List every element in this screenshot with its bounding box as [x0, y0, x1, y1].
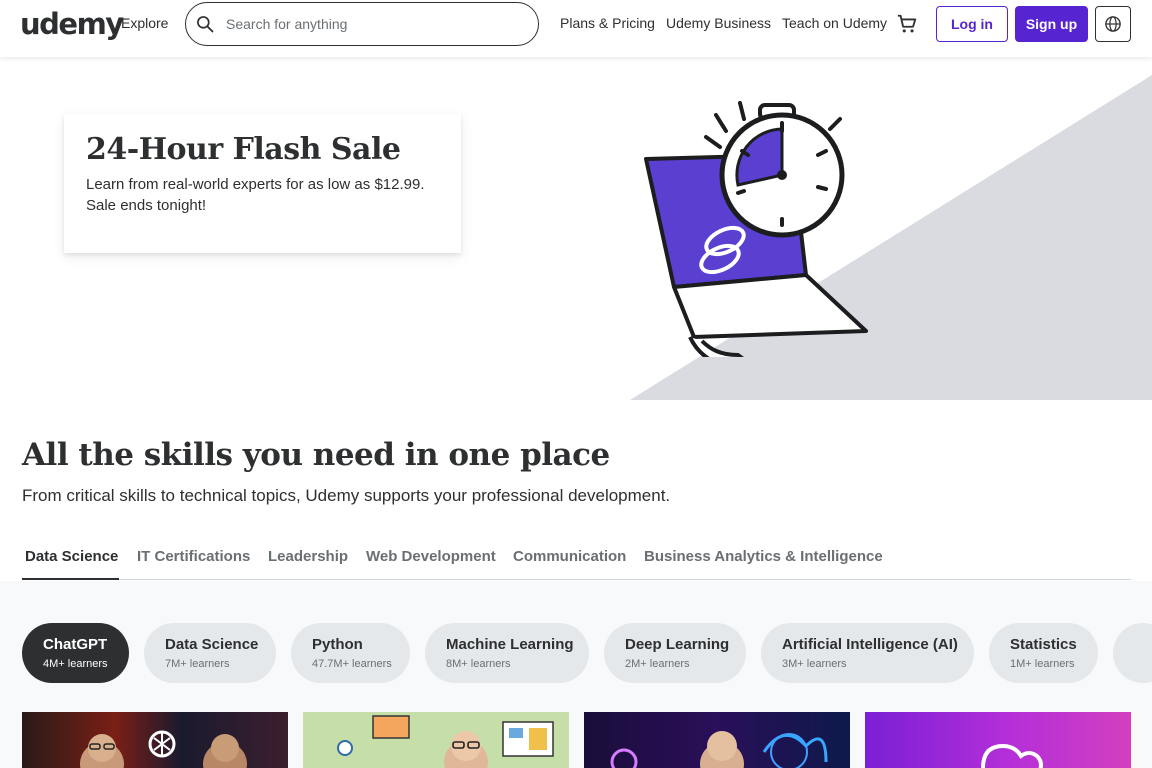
course-thumbnail-chatgpt-logo — [981, 743, 1043, 768]
topic-learners: 7M+ learners — [165, 658, 230, 670]
udemy-logo[interactable]: udemy — [20, 6, 124, 42]
tab-data-science[interactable]: Data Science — [25, 548, 118, 565]
top-header: udemy Explore Plans & Pricing Udemy Busi… — [0, 0, 1152, 57]
language-button[interactable] — [1095, 6, 1131, 42]
tab-communication[interactable]: Communication — [513, 548, 626, 565]
signup-button[interactable]: Sign up — [1015, 6, 1088, 42]
globe-icon — [1105, 16, 1121, 32]
teach-on-udemy-link[interactable]: Teach on Udemy — [782, 15, 887, 31]
skills-subtitle: From critical skills to technical topics… — [22, 486, 671, 505]
topic-name: Deep Learning — [625, 636, 730, 653]
topic-name: ChatGPT — [43, 636, 108, 653]
tab-leadership[interactable]: Leadership — [268, 548, 348, 565]
topic-learners: 3M+ learners — [782, 658, 847, 670]
topic-learners: 2M+ learners — [625, 658, 690, 670]
udemy-business-link[interactable]: Udemy Business — [666, 15, 771, 31]
search-icon[interactable] — [195, 14, 215, 34]
topic-name: Artificial Intelligence (AI) — [782, 636, 958, 653]
skills-tabs: Data Science IT Certifications Leadershi… — [22, 540, 1131, 580]
course-thumbnail-ai — [610, 731, 828, 768]
hero-card: 24-Hour Flash Sale Learn from real-world… — [64, 114, 461, 253]
skills-title: All the skills you need in one place — [22, 437, 610, 473]
topic-pill-deep-learning[interactable]: Deep Learning 2M+ learners — [604, 623, 746, 683]
hero-text-line1: Learn from real-world experts for as low… — [86, 176, 425, 193]
topic-learners: 8M+ learners — [446, 658, 511, 670]
course-thumbnail-data-science — [337, 715, 554, 768]
tab-business-analytics[interactable]: Business Analytics & Intelligence — [644, 548, 883, 565]
login-button[interactable]: Log in — [936, 6, 1008, 42]
hero-text-line2: Sale ends tonight! — [86, 197, 207, 214]
topic-pill-chatgpt[interactable]: ChatGPT 4M+ learners — [22, 623, 129, 683]
tab-web-development[interactable]: Web Development — [366, 548, 496, 565]
topic-pill-artificial-intelligence[interactable]: Artificial Intelligence (AI) 3M+ learner… — [761, 623, 974, 683]
search-input[interactable] — [226, 13, 526, 35]
topic-name: Machine Learning — [446, 636, 574, 653]
explore-link[interactable]: Explore — [121, 15, 168, 31]
hero-title: 24-Hour Flash Sale — [86, 132, 401, 167]
cart-icon[interactable] — [896, 13, 918, 35]
course-card-4[interactable] — [865, 712, 1131, 768]
topic-learners: 1M+ learners — [1010, 658, 1075, 670]
topic-pill-data-science[interactable]: Data Science 7M+ learners — [144, 623, 276, 683]
hero-banner: 24-Hour Flash Sale Learn from real-world… — [0, 57, 1152, 402]
active-tab-indicator — [22, 578, 119, 580]
topic-learners: 4M+ learners — [43, 658, 108, 670]
tab-it-certifications[interactable]: IT Certifications — [137, 548, 250, 565]
topic-pill-statistics[interactable]: Statistics 1M+ learners — [989, 623, 1098, 683]
course-card-3[interactable] — [584, 712, 850, 768]
plans-pricing-link[interactable]: Plans & Pricing — [560, 15, 655, 31]
topic-name: Data Science — [165, 636, 259, 653]
course-thumbnail-chatgpt — [80, 730, 247, 768]
topic-pill-machine-learning[interactable]: Machine Learning 8M+ learners — [425, 623, 589, 683]
topic-pill-python[interactable]: Python 47.7M+ learners — [291, 623, 410, 683]
stopwatch-laptop-illustration — [644, 101, 868, 357]
course-card-1[interactable] — [22, 712, 288, 768]
topic-name: Statistics — [1010, 636, 1077, 653]
search-bar[interactable] — [185, 2, 539, 46]
course-card-2[interactable] — [303, 712, 569, 768]
topic-learners: 47.7M+ learners — [312, 658, 392, 670]
topic-name: Python — [312, 636, 363, 653]
